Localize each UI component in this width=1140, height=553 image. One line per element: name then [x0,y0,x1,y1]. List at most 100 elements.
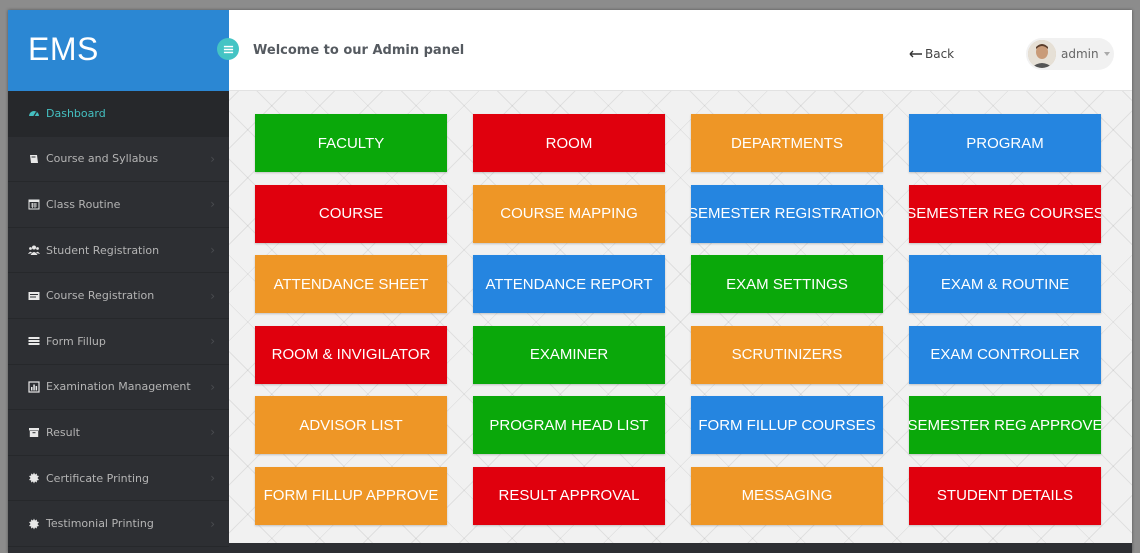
chevron-right-icon: › [210,379,215,394]
tile-semester-reg-courses-button[interactable]: SEMESTER REG COURSES [909,184,1101,243]
users-icon [28,244,40,256]
tile-label: SEMESTER REG APPROVE [909,416,1101,434]
footer-bar [229,543,1132,553]
tile-attendance-sheet-button[interactable]: ATTENDANCE SHEET [255,255,447,313]
tile-label: MESSAGING [741,487,833,504]
sidebar-item-label: Examination Management [46,380,191,394]
tile-label: ATTENDANCE SHEET [273,275,429,293]
tile-label: EXAM CONTROLLER [930,346,1080,363]
user-menu[interactable]: admin [1026,38,1114,70]
tile-program-button[interactable]: PROGRAM [909,114,1101,172]
list-icon [28,335,40,347]
tile-scrutinizers-button[interactable]: SCRUTINIZERS [691,325,883,384]
user-name: admin [1061,47,1099,61]
tile-attendance-report-button[interactable]: ATTENDANCE REPORT [473,255,665,313]
tile-label: SEMESTER REG COURSES [909,205,1101,222]
tile-examiner-button[interactable]: EXAMINER [473,325,665,384]
sidebar-item-course-registration[interactable]: Course Registration › [8,273,229,319]
tile-label: PROGRAM [966,134,1044,152]
back-label: Back [925,47,955,61]
book-icon [28,153,40,165]
tile-departments-button[interactable]: DEPARTMENTS [691,114,883,172]
sidebar-item-certificate-printing[interactable]: Certificate Printing › [8,456,229,502]
sidebar-item-testimonial-printing[interactable]: Testimonial Printing › [8,501,229,547]
sidebar-item-label: Student Registration [46,243,160,257]
tile-messaging-button[interactable]: MESSAGING [691,466,883,525]
tile-semester-reg-approve-button[interactable]: SEMESTER REG APPROVE [909,396,1101,454]
tile-label: EXAMINER [529,346,609,363]
avatar [1028,40,1056,68]
tile-course-button[interactable]: COURSE [255,184,447,243]
sidebar-item-form-fillup[interactable]: Form Fillup › [8,319,229,365]
chevron-right-icon: › [210,334,215,349]
sidebar-item-dashboard[interactable]: Dashboard [8,91,229,137]
sidebar: EMS Dashboard Course and Syllabus › Class R… [8,10,229,553]
tile-label: FORM FILLUP APPROVE [263,487,439,504]
sidebar-item-class-routine[interactable]: Class Routine › [8,182,229,228]
chevron-right-icon: › [210,288,215,303]
sidebar-item-result[interactable]: Result › [8,410,229,456]
tile-label: SEMESTER REGISTRATION [691,205,883,222]
chevron-right-icon: › [210,151,215,166]
sidebar-item-label: Course and Syllabus [46,152,159,166]
tile-student-details-button[interactable]: STUDENT DETAILS [909,466,1101,525]
tile-label: RESULT APPROVAL [498,487,640,504]
back-link[interactable]: Back [909,47,954,61]
tile-room-button[interactable]: ROOM [473,114,665,172]
tile-form-fillup-courses-button[interactable]: FORM FILLUP COURSES [691,396,883,454]
tile-program-head-list-button[interactable]: PROGRAM HEAD LIST [473,396,665,454]
tile-label: ROOM & INVIGILATOR [271,346,431,363]
tile-faculty-button[interactable]: FACULTY [255,114,447,172]
brand-logo[interactable]: EMS [8,10,229,91]
tile-label: FORM FILLUP COURSES [698,416,876,434]
chevron-right-icon: › [210,516,215,531]
tile-label: ADVISOR LIST [299,416,403,434]
tile-exam-routine-button[interactable]: EXAM & ROUTINE [909,255,1101,313]
chevron-right-icon: › [210,243,215,258]
sidebar-item-label: Course Registration [46,289,155,303]
tile-label: EXAM & ROUTINE [940,275,1070,293]
tile-exam-controller-button[interactable]: EXAM CONTROLLER [909,325,1101,384]
tile-form-fillup-approve-button[interactable]: FORM FILLUP APPROVE [255,466,447,525]
welcome-text: Welcome to our Admin panel [253,43,465,58]
sidebar-item-label: Class Routine [46,197,121,211]
chevron-down-icon [1103,52,1110,56]
tile-label: EXAM SETTINGS [726,275,848,293]
app-window: EMS Dashboard Course and Syllabus › Class R… [8,10,1132,553]
tile-label: FACULTY [317,134,385,152]
tile-label: ATTENDANCE REPORT [485,275,653,293]
archive-icon [28,426,40,438]
bar-chart-icon [28,381,40,393]
top-header: Welcome to our Admin panel Back admin [217,10,1132,91]
tile-label: ROOM [545,134,593,152]
tile-label: COURSE MAPPING [500,205,638,222]
tile-result-approval-button[interactable]: RESULT APPROVAL [473,466,665,525]
tile-room-invigilator-button[interactable]: ROOM & INVIGILATOR [255,325,447,384]
certificate-icon [28,518,40,530]
tile-exam-settings-button[interactable]: EXAM SETTINGS [691,255,883,313]
tile-label: DEPARTMENTS [731,134,843,152]
tile-label: SCRUTINIZERS [731,346,843,363]
sidebar-nav: Dashboard Course and Syllabus › Class Routi… [8,91,229,547]
dashboard-icon [28,107,40,119]
tile-label: PROGRAM HEAD LIST [489,416,649,434]
tile-course-mapping-button[interactable]: COURSE MAPPING [473,184,665,243]
sidebar-item-label: Testimonial Printing [46,517,154,531]
tile-advisor-list-button[interactable]: ADVISOR LIST [255,396,447,454]
sidebar-item-student-registration[interactable]: Student Registration › [8,228,229,274]
chevron-right-icon: › [210,425,215,440]
sidebar-item-label: Result [46,425,80,439]
sidebar-item-course-and-syllabus[interactable]: Course and Syllabus › [8,137,229,183]
calendar-icon [28,198,40,210]
tile-semester-registration-button[interactable]: SEMESTER REGISTRATION [691,184,883,243]
tile-label: COURSE [318,205,384,222]
chevron-right-icon: › [210,471,215,486]
id-card-icon [28,290,40,302]
hamburger-icon [223,45,233,53]
sidebar-item-label: Form Fillup [46,334,106,348]
sidebar-item-label: Dashboard [46,106,106,120]
tile-label: STUDENT DETAILS [936,487,1074,504]
menu-toggle-button[interactable] [217,38,239,60]
sidebar-item-examination-management[interactable]: Examination Management › [8,365,229,411]
main-content: FACULTY ROOM DEPARTMENTS PROGRAM COURSE COURS… [229,91,1132,543]
